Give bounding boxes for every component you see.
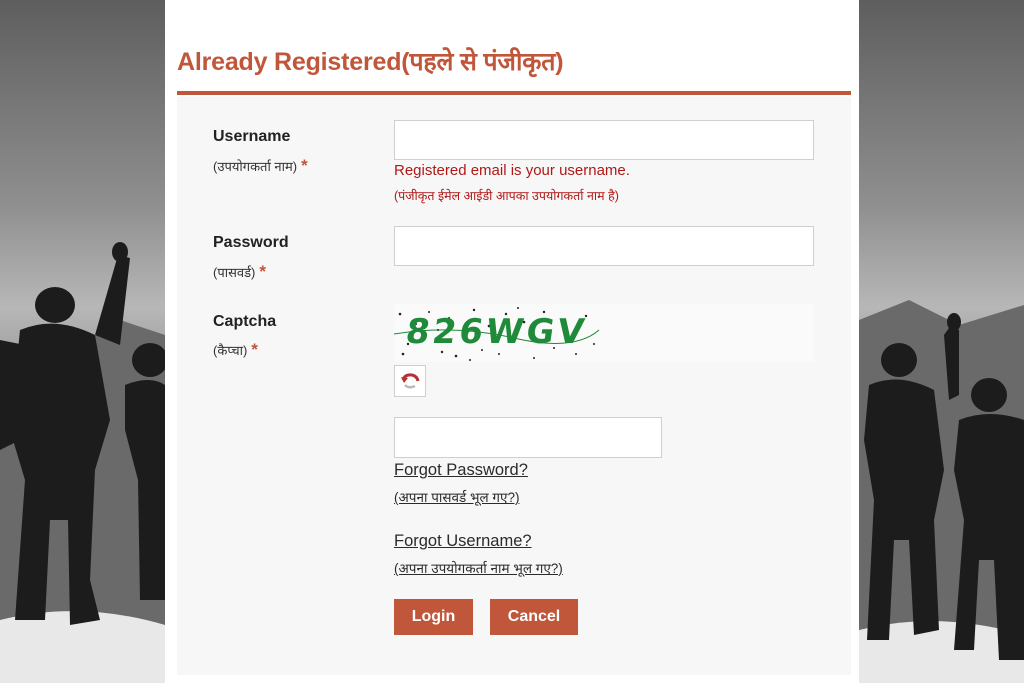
login-button[interactable]: Login: [394, 599, 473, 635]
password-required-mark: *: [259, 262, 267, 281]
forgot-username-link[interactable]: Forgot Username?: [394, 532, 532, 551]
username-input[interactable]: [394, 120, 814, 160]
password-label: Password: [213, 234, 289, 251]
password-sub-label: (पासवर्ड) *: [213, 262, 266, 282]
forgot-username-link-hindi[interactable]: (अपना उपयोगकर्ता नाम भूल गए?): [394, 559, 563, 577]
forgot-password-link-hindi[interactable]: (अपना पासवर्ड भूल गए?): [394, 488, 519, 506]
username-hint: Registered email is your username.: [394, 162, 630, 179]
refresh-icon: [401, 373, 420, 389]
username-sub-label: (उपयोगकर्ता नाम) *: [213, 156, 308, 176]
captcha-sub-label: (कैप्चा) *: [213, 340, 258, 360]
password-hindi-label: (पासवर्ड): [213, 265, 256, 280]
soldiers-silhouette-right: [859, 300, 1024, 683]
username-required-mark: *: [301, 156, 308, 175]
forgot-password-link[interactable]: Forgot Password?: [394, 461, 528, 480]
username-label: Username: [213, 128, 291, 145]
username-hindi-label: (उपयोगकर्ता नाम): [213, 159, 298, 174]
cancel-button[interactable]: Cancel: [490, 599, 578, 635]
captcha-image: 826WGV: [394, 304, 814, 362]
title-divider: [177, 91, 851, 95]
captcha-label: Captcha: [213, 313, 277, 330]
captcha-refresh-button[interactable]: [394, 365, 426, 397]
captcha-input[interactable]: [394, 417, 662, 458]
captcha-required-mark: *: [251, 340, 258, 359]
username-hint-hindi: (पंजीकृत ईमेल आईडी आपका उपयोगकर्ता नाम ह…: [394, 189, 619, 203]
page-title: Already Registered(पहले से पंजीकृत): [177, 48, 564, 76]
background-left: [0, 0, 165, 683]
captcha-text: 826WGV: [403, 312, 590, 352]
login-form: Username (उपयोगकर्ता नाम) * Registered em…: [177, 97, 851, 675]
password-input[interactable]: [394, 226, 814, 266]
background-right: [859, 0, 1024, 683]
login-panel: Already Registered(पहले से पंजीकृत) User…: [165, 0, 859, 683]
captcha-hindi-label: (कैप्चा): [213, 343, 248, 358]
soldiers-silhouette-left: [0, 242, 165, 683]
